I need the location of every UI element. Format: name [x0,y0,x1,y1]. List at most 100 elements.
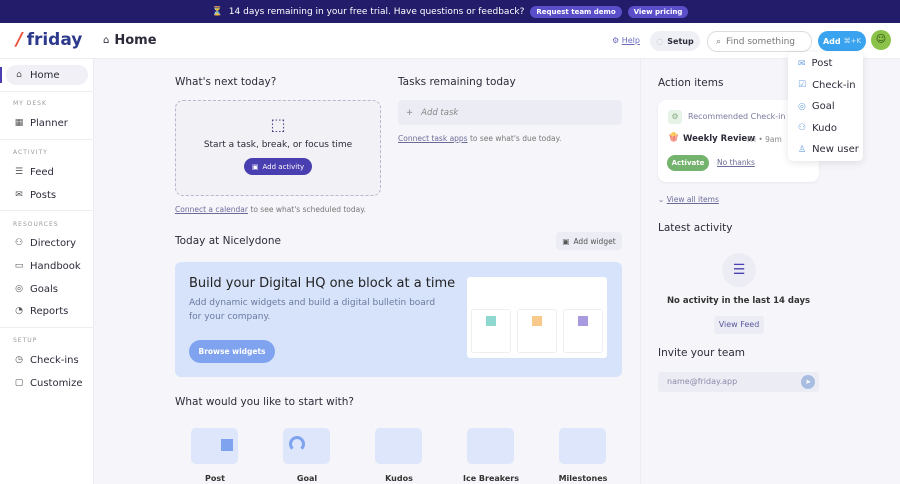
milestones-widget-tile[interactable] [559,428,606,464]
sidebar-item-home[interactable]: ⌂ Home [6,65,88,85]
menu-item-label: Kudo [812,122,837,134]
search-input[interactable]: ⌕ Find something [707,31,812,52]
ice-breakers-widget-tile[interactable] [467,428,514,464]
sidebar: ⌂ Home MY DESK ▦ Planner ACTIVITY ☰ Feed ✉ P… [0,59,94,484]
checkin-icon: ☑ [798,80,807,91]
sidebar-item-label: Planner [30,117,68,129]
calendar-icon: ▣ [251,162,259,171]
help-label: Help [621,36,640,45]
progress-ring-icon: ◌ [656,36,664,46]
widget-label: Post [205,474,225,483]
sidebar-item-label: Reports [30,305,69,317]
target-icon: ◎ [798,101,806,112]
sidebar-item-reports[interactable]: ◔ Reports [6,301,88,321]
reports-icon: ◔ [15,306,23,316]
sidebar-item-goals[interactable]: ◎ Goals [6,279,88,299]
activity-dropzone[interactable]: ⬚ Start a task, break, or focus time ▣ Ad… [175,100,381,196]
sidebar-item-label: Directory [30,237,77,249]
widget-icon: ▣ [562,236,570,246]
menu-item-check-in[interactable]: ☑ Check-in [788,75,863,97]
posts-icon: ✉ [15,190,23,200]
view-pricing-button[interactable]: View pricing [627,5,689,18]
sidebar-item-label: Goals [30,283,58,295]
add-activity-button[interactable]: ▣ Add activity [244,158,312,175]
widget-label: Kudos [385,474,413,483]
home-icon: ⌂ [16,70,22,80]
menu-item-goal[interactable]: ◎ Goal [788,96,863,118]
menu-item-label: New user [812,144,859,156]
sidebar-item-posts[interactable]: ✉ Posts [6,185,88,205]
post-widget-tile[interactable] [191,428,238,464]
sidebar-item-feed[interactable]: ☰ Feed [6,162,88,182]
connect-calendar-link[interactable]: Connect a calendar [175,205,248,214]
activity-prompt: Start a task, break, or focus time [203,140,353,150]
menu-item-label: Check-in [812,79,856,91]
sidebar-item-label: Customize [30,377,83,389]
calendar-icon: ▦ [14,118,24,128]
plus-icon: + [406,107,414,118]
gear-icon: ⚙ [668,110,682,124]
sidebar-item-handbook[interactable]: ▭ Handbook [6,256,88,276]
add-menu: ✉ Post ☑ Check-in ◎ Goal ⚇ Kudo ♙ New user [788,52,863,161]
start-heading: What would you like to start with? [175,396,355,408]
add-task-placeholder: Add task [421,107,459,118]
help-icon: ⚙ [612,36,620,45]
add-widget-button[interactable]: ▣ Add widget [556,232,622,250]
sidebar-item-customize[interactable]: ▢ Customize [6,373,88,393]
search-placeholder: Find something [726,36,795,47]
menu-item-kudo[interactable]: ⚇ Kudo [788,118,863,140]
checkin-icon: ◷ [15,355,23,365]
view-feed-button[interactable]: View Feed [714,316,764,334]
avatar[interactable]: ☺ [871,30,891,50]
sidebar-item-directory[interactable]: ⚇ Directory [6,233,88,253]
add-activity-label: Add activity [262,162,305,171]
setup-button[interactable]: ◌ Setup [650,31,700,51]
add-widget-label: Add widget [573,236,616,246]
widget-label: Goal [296,474,318,483]
invite-placeholder: name@friday.app [667,377,738,386]
request-demo-button[interactable]: Request team demo [530,5,622,18]
browse-widgets-button[interactable]: Browse widgets [189,340,275,363]
logo-text: friday [26,29,83,50]
sidebar-item-checkins[interactable]: ◷ Check-ins [6,350,88,370]
header: / friday ⌂ Home ⚙ Help ◌ Setup ⌕ Find some… [0,23,900,59]
sidebar-item-label: Check-ins [30,354,79,366]
checkin-name: Weekly Review [683,134,756,144]
sidebar-item-label: Home [30,69,60,81]
kudos-widget-tile[interactable] [375,428,422,464]
latest-activity-heading: Latest activity [658,222,733,234]
popcorn-icon: 🍿 [668,133,680,143]
target-icon: ◎ [15,284,23,294]
view-all-items-link[interactable]: View all items [667,195,719,204]
connect-tasks-text: to see what's due today. [469,134,562,143]
no-thanks-link[interactable]: No thanks [717,158,755,167]
page-title: Home [114,33,157,48]
post-icon: ✉ [798,58,806,69]
cursor-box-icon: ⬚ [270,115,286,134]
menu-item-new-user[interactable]: ♙ New user [788,139,863,161]
menu-item-label: Goal [811,101,835,113]
widget-preview-image [467,277,607,358]
no-activity-text: No activity in the last 14 days [666,296,811,306]
sidebar-item-label: Feed [30,166,54,178]
add-task-input[interactable]: + Add task [398,100,622,125]
logo-icon: / [16,29,23,50]
invite-email-input[interactable]: name@friday.app [658,372,819,392]
menu-item-post[interactable]: ✉ Post [788,53,863,75]
menu-item-label: Post [811,58,833,70]
logo[interactable]: / friday [16,29,82,50]
add-button[interactable]: Add ⌘+K [818,31,866,51]
send-icon[interactable]: ➤ [801,375,815,389]
section-my-desk: MY DESK [13,100,47,107]
connect-task-apps-link[interactable]: Connect task apps [398,134,468,143]
help-link[interactable]: ⚙ Help [612,36,640,45]
sidebar-item-planner[interactable]: ▦ Planner [6,113,88,133]
whats-next-heading: What's next today? [175,76,277,88]
chevron-down-icon: ⌄ [658,195,665,204]
add-shortcut: ⌘+K [843,37,862,45]
goal-widget-tile[interactable] [283,428,330,464]
widget-label: Ice Breakers [462,474,520,483]
setup-label: Setup [667,36,694,46]
sidebar-item-label: Handbook [30,260,81,272]
activate-button[interactable]: Activate [667,155,709,171]
